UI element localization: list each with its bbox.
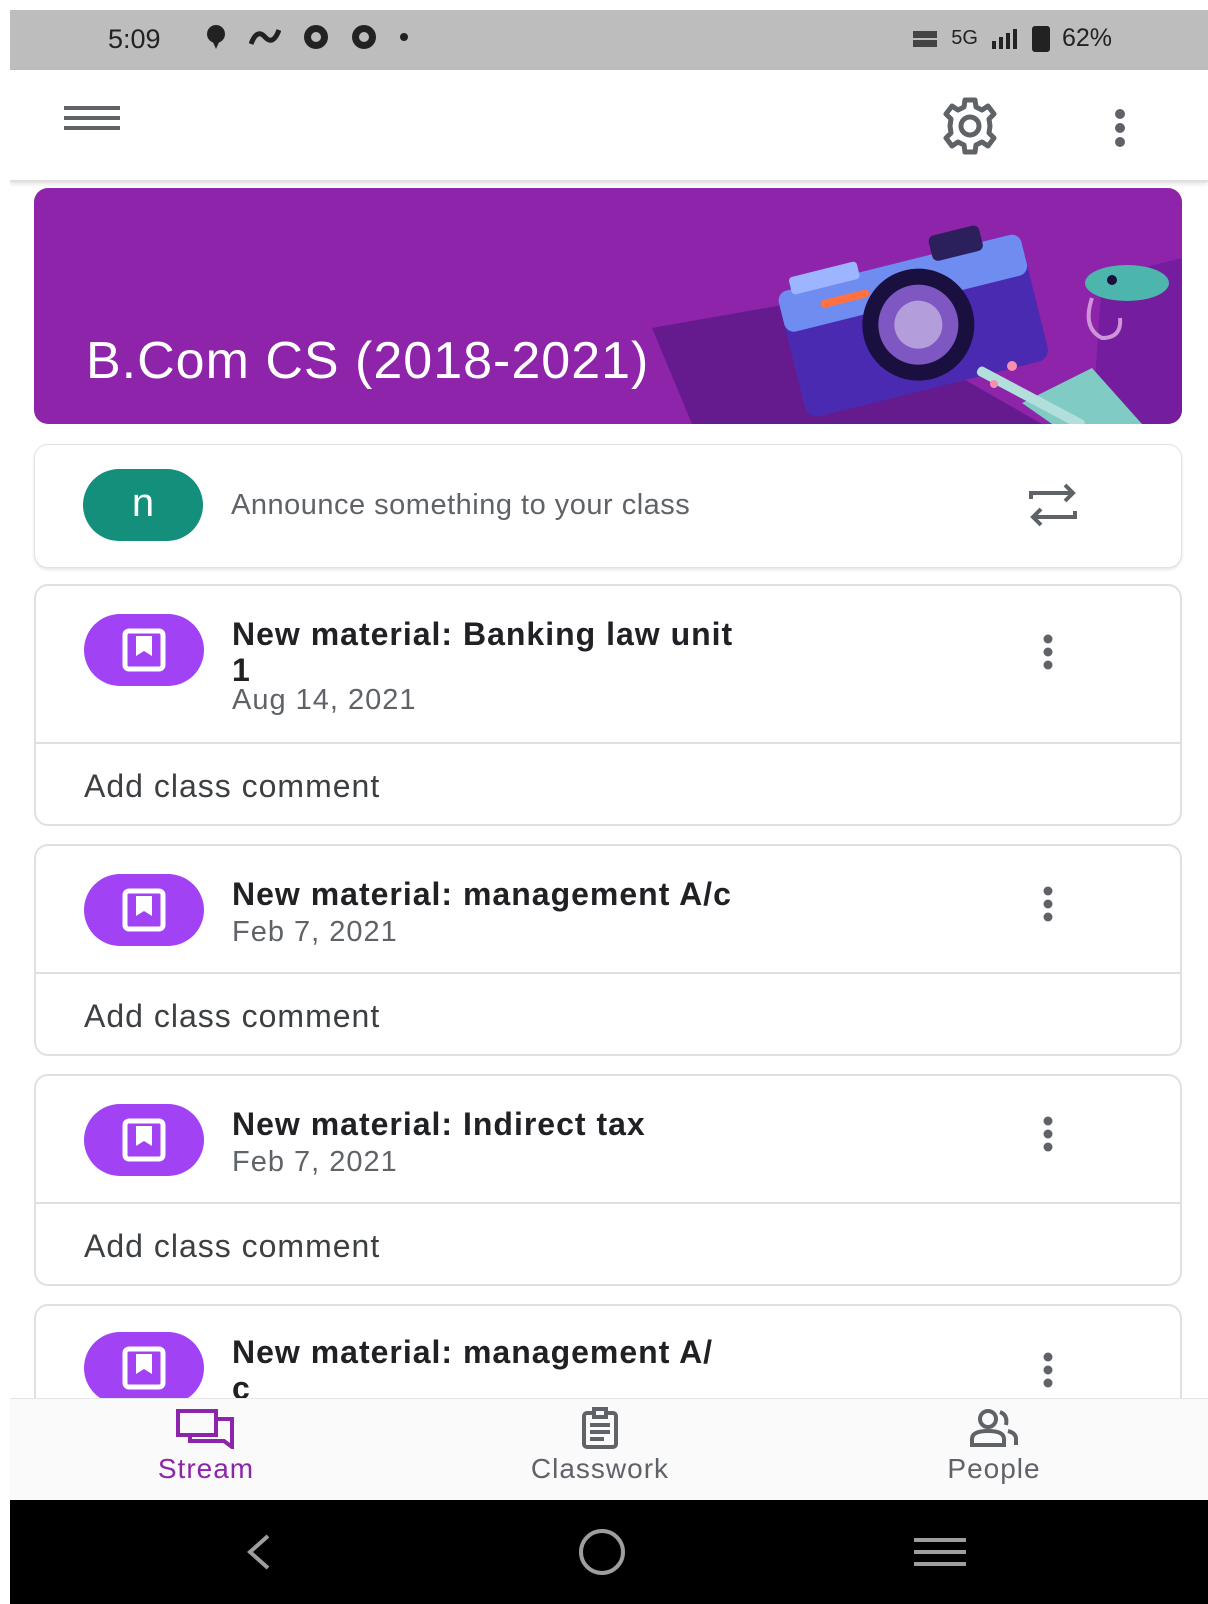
stream-icon: [176, 1409, 234, 1449]
status-bar: 5:09 5G 62%: [10, 10, 1208, 70]
tab-people-label: People: [947, 1453, 1041, 1484]
material-title[interactable]: New material: management A/c: [232, 1334, 972, 1406]
more-vert-icon[interactable]: [1100, 100, 1140, 156]
recents-icon[interactable]: [910, 1532, 970, 1572]
status-right: 5G 62%: [911, 24, 1112, 53]
battery-icon: [1031, 25, 1050, 52]
add-class-comment[interactable]: Add class comment: [84, 768, 380, 805]
more-notifications-dot-icon: [400, 33, 408, 41]
volte-icon: [913, 30, 938, 47]
people-icon: [970, 1409, 1018, 1447]
tab-classwork[interactable]: Classwork: [480, 1407, 720, 1485]
notification-icons: [205, 24, 409, 50]
add-class-comment[interactable]: Add class comment: [84, 998, 380, 1035]
announce-card[interactable]: n Announce something to your class: [34, 444, 1182, 568]
stream-card[interactable]: New material: Indirect tax Feb 7, 2021 A…: [34, 1074, 1182, 1286]
chat-notification-icon: [207, 25, 225, 49]
back-icon[interactable]: [238, 1530, 278, 1574]
more-vert-icon[interactable]: [1036, 1114, 1060, 1154]
signal-strength-icon: [991, 28, 1017, 49]
system-navigation-bar: [10, 1500, 1208, 1604]
tab-classwork-label: Classwork: [530, 1453, 670, 1484]
tab-stream[interactable]: Stream: [86, 1407, 326, 1485]
tab-people[interactable]: People: [874, 1407, 1114, 1485]
more-vert-icon[interactable]: [1036, 1350, 1060, 1390]
material-icon: [84, 1332, 204, 1404]
card-footer: Add class comment: [36, 1202, 1180, 1284]
app-notification-icon: [249, 29, 281, 45]
material-title[interactable]: New material: management A/c: [232, 876, 972, 912]
battery-percent: 62%: [1061, 24, 1112, 52]
hamburger-menu-icon[interactable]: [64, 106, 124, 148]
material-icon: [84, 1104, 204, 1176]
bottom-navigation: Stream Classwork People: [10, 1398, 1208, 1500]
camera-illustration: [652, 225, 1182, 424]
card-footer: Add class comment: [36, 742, 1180, 824]
more-vert-icon[interactable]: [1036, 632, 1060, 672]
app-screen: 5:09 5G 62% B.Com CS (2018-2021) n Annou…: [10, 10, 1208, 1604]
material-icon: [84, 614, 204, 686]
material-date: Aug 14, 2021: [232, 684, 417, 716]
material-date: Feb 7, 2021: [232, 916, 398, 948]
announce-input[interactable]: Announce something to your class: [231, 489, 690, 522]
material-title[interactable]: New material: Indirect tax: [232, 1106, 972, 1142]
chrome-notification-icon-2: [352, 25, 376, 49]
material-title[interactable]: New material: Banking law unit 1: [232, 616, 972, 688]
chrome-notification-icon: [304, 25, 328, 49]
card-footer: Add class comment: [36, 972, 1180, 1054]
class-banner[interactable]: B.Com CS (2018-2021): [34, 188, 1182, 424]
avatar: n: [83, 469, 203, 541]
material-icon: [84, 874, 204, 946]
classwork-icon: [582, 1407, 618, 1449]
top-app-bar: [10, 70, 1208, 182]
add-class-comment[interactable]: Add class comment: [84, 1228, 380, 1265]
class-title: B.Com CS (2018-2021): [86, 332, 650, 390]
network-type-label: 5G: [951, 27, 978, 49]
more-vert-icon[interactable]: [1036, 884, 1060, 924]
gear-icon[interactable]: [938, 94, 1002, 158]
stream-card[interactable]: New material: Banking law unit 1 Aug 14, …: [34, 584, 1182, 826]
home-icon[interactable]: [574, 1526, 630, 1578]
tab-stream-label: Stream: [157, 1453, 255, 1484]
repost-icon[interactable]: [1025, 481, 1081, 529]
status-time: 5:09: [108, 24, 161, 54]
stream-card[interactable]: New material: management A/c Feb 7, 2021…: [34, 844, 1182, 1056]
material-date: Feb 7, 2021: [232, 1146, 398, 1178]
